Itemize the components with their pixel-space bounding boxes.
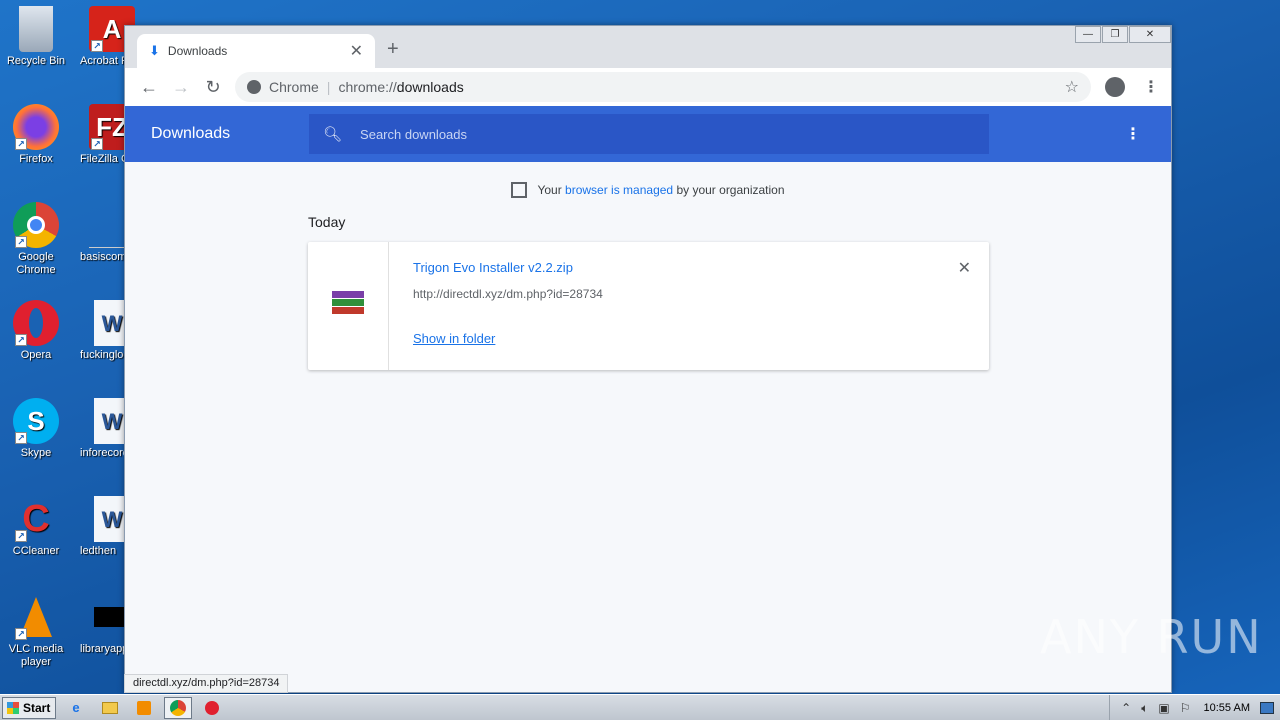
search-input[interactable] xyxy=(360,126,961,142)
volume-icon[interactable]: 🔈︎ xyxy=(1141,701,1148,716)
archive-file-icon xyxy=(332,291,364,321)
action-center-flag-icon[interactable]: ⚐ xyxy=(1180,701,1191,715)
download-item: Trigon Evo Installer v2.2.zip http://dir… xyxy=(308,242,989,370)
tray-expand-icon[interactable]: ⌃ xyxy=(1121,701,1131,715)
tab-title: Downloads xyxy=(167,44,228,58)
status-bubble: directdl.xyz/dm.php?id=28734 xyxy=(124,674,289,693)
omnibox-site-label: Chrome xyxy=(269,79,319,95)
taskbar-ie[interactable]: e xyxy=(62,697,90,719)
firefox-icon: ↗ xyxy=(13,104,59,150)
url-scheme: chrome:// xyxy=(338,79,397,95)
page-title: Downloads xyxy=(151,125,231,142)
desktop-icon-label: Acrobat Reader xyxy=(80,55,128,67)
desktop-icon-label: Skype xyxy=(20,447,52,459)
desktop-icon-opera[interactable]: ↗ Opera xyxy=(0,300,72,362)
folder-icon xyxy=(102,701,118,714)
back-button[interactable]: ← xyxy=(133,77,165,98)
reload-button[interactable]: ↻ xyxy=(197,77,229,98)
desktop-icon-label: fuckinglock xyxy=(80,349,128,361)
show-in-folder-link[interactable]: Show in folder xyxy=(413,331,495,346)
windows-flag-icon xyxy=(7,701,19,714)
opera-icon: ↗ xyxy=(13,300,59,346)
chrome-icon: ↗ xyxy=(13,202,59,248)
tab-strip: ⬇ Downloads ✕ + — ❐ ✕ xyxy=(125,26,1171,68)
managed-notice: Your browser is managed by your organiza… xyxy=(125,182,1171,198)
chrome-icon xyxy=(170,699,186,716)
desktop-icon-label: libraryapp xyxy=(80,643,128,655)
window-controls: — ❐ ✕ xyxy=(1074,26,1171,43)
skype-icon: S ↗ xyxy=(13,398,59,444)
chrome-site-icon xyxy=(247,80,261,94)
managed-link[interactable]: browser is managed xyxy=(565,183,673,197)
desktop-icon-label: Firefox xyxy=(19,153,53,165)
taskbar: Start e ⌃ 🔈︎ ▣ ⚐ 10:55 AM xyxy=(0,694,1280,720)
profile-avatar-icon[interactable] xyxy=(1105,77,1125,97)
desktop-icon-label: VLC media player xyxy=(8,643,64,668)
forward-button[interactable]: → xyxy=(165,77,197,98)
ie-icon: e xyxy=(72,700,80,715)
desktop-icon-label: inforecord xyxy=(80,447,128,459)
desktop-icon-label: CCleaner xyxy=(12,545,60,557)
browser-menu-icon[interactable]: ⋮ xyxy=(1143,77,1159,97)
browser-toolbar: ← → ↻ Chrome | chrome://downloads ☆ ⋮ xyxy=(125,68,1171,106)
taskbar-explorer[interactable] xyxy=(96,697,124,719)
remove-item-icon[interactable]: ✕ xyxy=(958,258,971,278)
vlc-icon: ↗ xyxy=(13,594,59,640)
file-icon-column xyxy=(308,242,389,370)
search-bar: 🔍︎ xyxy=(309,114,989,154)
desktop-icon-label: basiscomm xyxy=(80,251,128,263)
desktop-icon-label: Google Chrome xyxy=(16,251,56,276)
omnibox-separator: | xyxy=(326,79,331,95)
desktop-icon-skype[interactable]: S ↗ Skype xyxy=(0,398,72,460)
minimize-button[interactable]: — xyxy=(1075,26,1101,43)
desktop-icon-ccleaner[interactable]: C ↗ CCleaner xyxy=(0,496,72,558)
search-icon: 🔍︎ xyxy=(323,126,343,143)
start-label: Start xyxy=(23,700,51,715)
clock[interactable]: 10:55 AM xyxy=(1204,702,1250,714)
desktop-icon-chrome[interactable]: ↗ Google Chrome xyxy=(0,202,72,277)
network-icon[interactable]: ▣ xyxy=(1158,701,1169,715)
download-source-url[interactable]: http://directdl.xyz/dm.php?id=28734 xyxy=(413,287,965,301)
managed-prefix: Your xyxy=(537,183,562,197)
media-player-icon xyxy=(137,700,151,715)
recycle-bin-icon xyxy=(19,6,53,52)
start-button[interactable]: Start xyxy=(2,696,56,719)
section-date-label: Today xyxy=(308,214,346,230)
close-window-button[interactable]: ✕ xyxy=(1129,26,1171,43)
desktop-icon-label: Opera xyxy=(20,349,52,361)
managed-suffix: by your organization xyxy=(676,183,785,197)
ccleaner-icon: C ↗ xyxy=(13,496,59,542)
taskbar-chrome[interactable] xyxy=(164,696,192,719)
system-tray: ⌃ 🔈︎ ▣ ⚐ 10:55 AM xyxy=(1109,695,1280,720)
restore-button[interactable]: ❐ xyxy=(1102,26,1128,43)
watermark-logo: ANY RUN xyxy=(1040,610,1263,664)
tab-close-icon[interactable]: ✕ xyxy=(350,41,363,61)
browser-window: ⬇ Downloads ✕ + — ❐ ✕ ← → ↻ Chrome | chr… xyxy=(124,25,1172,693)
tab-downloads[interactable]: ⬇ Downloads ✕ xyxy=(137,34,375,68)
downloads-header: Downloads 🔍︎ ⋮ xyxy=(125,106,1171,162)
url-path: downloads xyxy=(396,79,464,95)
bookmark-star-icon[interactable]: ☆ xyxy=(1065,77,1079,97)
omnibox-url[interactable]: chrome://downloads xyxy=(338,79,1064,95)
desktop-icon-label: FileZilla Client xyxy=(80,153,128,165)
downloads-menu-icon[interactable]: ⋮ xyxy=(1125,124,1141,144)
show-desktop-button[interactable] xyxy=(1260,702,1274,714)
building-icon xyxy=(511,182,528,198)
desktop-icon-firefox[interactable]: ↗ Firefox xyxy=(0,104,72,166)
download-item-body: Trigon Evo Installer v2.2.zip http://dir… xyxy=(389,242,989,370)
desktop-icon-recycle-bin[interactable]: Recycle Bin xyxy=(0,6,72,68)
desktop-icon-label: Recycle Bin xyxy=(6,55,66,67)
desktop-icon-label: ledthen xyxy=(80,545,117,557)
desktop-icon-vlc[interactable]: ↗ VLC media player xyxy=(0,594,72,669)
new-tab-button[interactable]: + xyxy=(387,38,399,61)
download-icon: ⬇ xyxy=(149,43,160,58)
taskbar-opera[interactable] xyxy=(198,697,226,719)
address-bar[interactable]: Chrome | chrome://downloads ☆ xyxy=(235,72,1091,102)
download-file-name[interactable]: Trigon Evo Installer v2.2.zip xyxy=(413,260,573,275)
opera-icon xyxy=(205,700,219,715)
taskbar-media-player[interactable] xyxy=(130,697,158,719)
